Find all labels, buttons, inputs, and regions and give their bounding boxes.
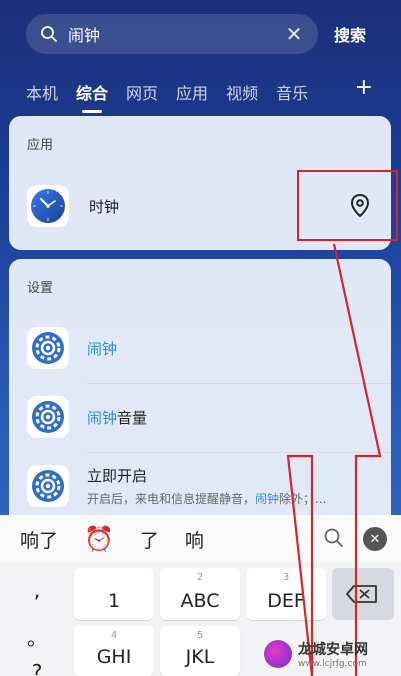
watermark-url: www.lcjrfg.com: [298, 659, 367, 669]
setting-title: 闹钟音量: [87, 408, 148, 427]
search-button[interactable]: 搜索: [334, 22, 366, 46]
key-1[interactable]: 1: [74, 568, 154, 620]
candidate-word[interactable]: 响: [185, 526, 204, 553]
tab-video[interactable]: 视频: [226, 80, 258, 104]
annotation-highlight-box: [297, 170, 398, 241]
key-5-jkl[interactable]: 5 JKL: [160, 626, 240, 676]
key-2-abc[interactable]: 2 ABC: [160, 568, 240, 620]
tab-music[interactable]: 音乐: [276, 80, 308, 104]
section-title-settings: 设置: [27, 281, 54, 296]
tab-apps[interactable]: 应用: [176, 80, 208, 104]
punct-key-period[interactable]: 。: [8, 622, 66, 651]
clock-app-icon: [27, 185, 69, 227]
candidate-word[interactable]: 了: [140, 526, 159, 553]
settings-gear-icon: [27, 396, 69, 438]
add-tab-icon[interactable]: +: [355, 74, 373, 102]
tab-web[interactable]: 网页: [126, 80, 158, 104]
tab-comprehensive[interactable]: 综合: [76, 80, 108, 104]
category-tabs: 本机 综合 网页 应用 视频 音乐 +: [0, 74, 401, 110]
punct-key-question[interactable]: ?: [8, 660, 66, 676]
search-bar[interactable]: 闹钟 ✕: [26, 14, 318, 54]
site-watermark: 龙城安卓网 www.lcjrfg.com: [264, 632, 401, 676]
clear-icon[interactable]: ✕: [282, 22, 306, 46]
search-icon: [38, 23, 60, 45]
section-title-apps: 应用: [27, 138, 54, 153]
tab-local[interactable]: 本机: [26, 80, 58, 104]
alarm-clock-emoji[interactable]: ⏰: [84, 525, 114, 553]
punct-key-comma[interactable]: ,: [8, 578, 66, 602]
annotation-arrow-icon: [286, 243, 382, 676]
key-4-ghi[interactable]: 4 GHI: [74, 626, 154, 676]
settings-gear-icon: [27, 465, 69, 507]
settings-gear-icon: [27, 327, 69, 369]
candidate-word[interactable]: 响了: [20, 526, 58, 553]
watermark-title: 龙城安卓网: [298, 642, 368, 658]
app-label-clock: 时钟: [89, 197, 120, 216]
setting-title: 闹钟: [87, 339, 118, 358]
search-input[interactable]: 闹钟: [68, 22, 282, 46]
watermark-logo-icon: [264, 640, 292, 668]
